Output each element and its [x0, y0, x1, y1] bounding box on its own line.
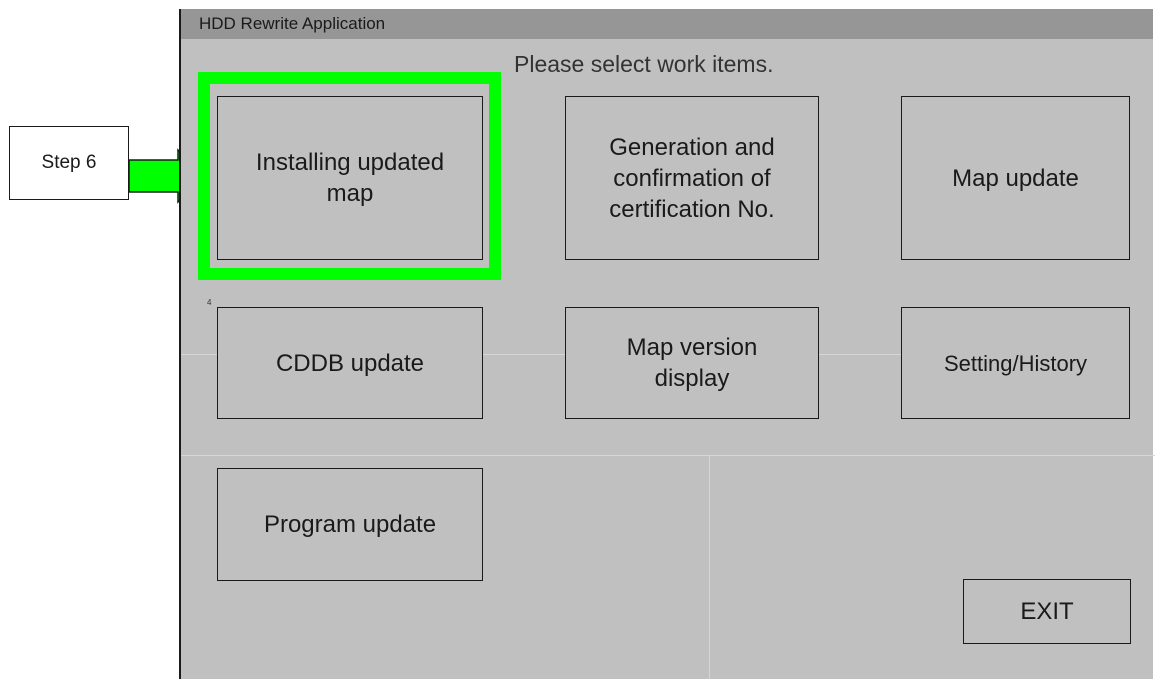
divider-line [181, 354, 217, 355]
divider-line [709, 455, 710, 679]
program-update-button[interactable]: Program update [217, 468, 483, 581]
window-title: HDD Rewrite Application [181, 9, 1153, 39]
installing-updated-map-button[interactable]: Installing updated map [217, 96, 483, 260]
divider-line [481, 354, 565, 355]
step-callout: Step 6 [9, 126, 129, 200]
exit-button[interactable]: EXIT [963, 579, 1131, 644]
mark-text: 4 [207, 298, 212, 307]
generation-confirmation-button[interactable]: Generation and confirmation of certifica… [565, 96, 819, 260]
cddb-update-button[interactable]: CDDB update [217, 307, 483, 419]
setting-history-button[interactable]: Setting/History [901, 307, 1130, 419]
divider-line [817, 354, 901, 355]
instruction-text: Please select work items. [514, 51, 774, 77]
divider-line [181, 455, 1155, 456]
app-window: HDD Rewrite Application Please select wo… [179, 9, 1155, 679]
map-update-button[interactable]: Map update [901, 96, 1130, 260]
step-label: Step 6 [41, 152, 97, 173]
map-version-display-button[interactable]: Map version display [565, 307, 819, 419]
